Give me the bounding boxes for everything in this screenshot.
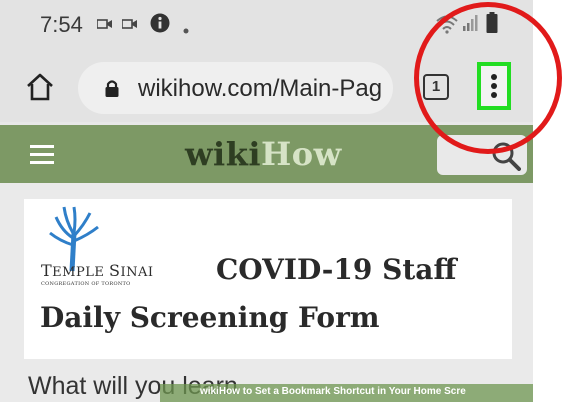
watermark-text: wikiHow to Set a Bookmark Shortcut in Yo… bbox=[200, 386, 466, 397]
form-title-line1: COVID-19 Staff bbox=[216, 253, 457, 286]
video-call-icon bbox=[96, 17, 113, 35]
watermark-banner: wikiHow to Set a Bookmark Shortcut in Yo… bbox=[160, 384, 533, 402]
home-icon[interactable] bbox=[25, 72, 55, 102]
video-call-icon-2 bbox=[121, 17, 138, 35]
status-time: 7:54 bbox=[40, 12, 83, 37]
wikihow-logo[interactable]: wikiHow bbox=[185, 135, 342, 173]
org-subtitle: CONGREGATION OF TORONTO bbox=[41, 281, 131, 287]
hamburger-menu-icon[interactable] bbox=[30, 145, 54, 169]
address-bar[interactable]: wikihow.com/Main-Pag bbox=[78, 62, 393, 114]
info-icon bbox=[150, 13, 170, 38]
url-text[interactable]: wikihow.com/Main-Pag bbox=[138, 75, 388, 103]
form-title-line2: Daily Screening Form bbox=[40, 301, 380, 334]
article-image: TEMPLE SINAI CONGREGATION OF TORONTO COV… bbox=[24, 199, 512, 359]
org-name: TEMPLE SINAI bbox=[41, 261, 154, 280]
article-content: TEMPLE SINAI CONGREGATION OF TORONTO COV… bbox=[0, 183, 533, 402]
lock-icon bbox=[104, 79, 120, 103]
notification-dot-icon bbox=[183, 21, 189, 39]
highlight-circle bbox=[414, 2, 562, 154]
